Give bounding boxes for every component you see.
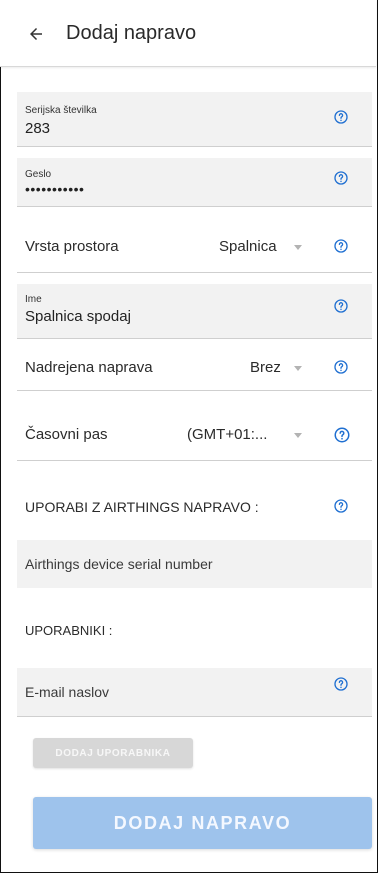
help-icon[interactable] [333, 238, 349, 254]
help-icon[interactable] [333, 359, 349, 375]
airthings-serial-input[interactable]: Airthings device serial number [17, 540, 372, 588]
add-user-button[interactable]: DODAJ UPORABNIKA [33, 738, 193, 768]
airthings-serial-placeholder: Airthings device serial number [25, 556, 213, 572]
parent-device-field: Nadrejena naprava Brez [17, 346, 372, 391]
add-device-button[interactable]: DODAJ NAPRAVO [33, 797, 372, 849]
parent-device-select[interactable]: Brez [250, 359, 281, 376]
airthings-label: UPORABI Z AIRTHINGS NAPRAVO : [25, 499, 259, 515]
timezone-label: Časovni pas [25, 426, 108, 443]
password-field[interactable]: Geslo ••••••••••• [17, 158, 372, 207]
help-icon[interactable] [333, 426, 351, 444]
help-icon[interactable] [333, 676, 349, 692]
airthings-section: UPORABI Z AIRTHINGS NAPRAVO : [17, 480, 372, 534]
arrow-left-icon [30, 28, 42, 40]
parent-device-label: Nadrejena naprava [25, 359, 153, 376]
timezone-field: Časovni pas (GMT+01:... [17, 408, 372, 461]
serial-number-field[interactable]: Serijska številka 283 [17, 92, 372, 147]
email-field[interactable]: E-mail naslov [17, 668, 372, 717]
name-value: Spalnica spodaj [25, 308, 131, 325]
page-title: Dodaj napravo [66, 22, 197, 44]
name-field[interactable]: Ime Spalnica spodaj [17, 284, 372, 339]
room-type-label: Vrsta prostora [25, 238, 119, 255]
serial-number-value: 283 [25, 120, 51, 137]
back-button[interactable] [24, 22, 48, 46]
chevron-down-icon[interactable] [294, 366, 302, 371]
help-icon[interactable] [333, 298, 349, 314]
name-label: Ime [25, 294, 42, 305]
timezone-select[interactable]: (GMT+01:... [187, 426, 267, 443]
serial-number-label: Serijska številka [25, 105, 97, 116]
users-label: UPORABNIKI : [25, 623, 113, 638]
chevron-down-icon[interactable] [294, 245, 302, 250]
room-type-select[interactable]: Spalnica [219, 238, 277, 255]
chevron-down-icon[interactable] [294, 433, 302, 438]
password-value: ••••••••••• [25, 181, 85, 197]
help-icon[interactable] [333, 109, 349, 125]
password-label: Geslo [25, 169, 52, 180]
help-icon[interactable] [333, 170, 349, 186]
help-icon[interactable] [333, 498, 349, 514]
app-bar: Dodaj napravo [0, 0, 376, 67]
users-section: UPORABNIKI : [17, 610, 372, 654]
room-type-field: Vrsta prostora Spalnica [17, 220, 372, 273]
email-placeholder: E-mail naslov [25, 684, 110, 700]
